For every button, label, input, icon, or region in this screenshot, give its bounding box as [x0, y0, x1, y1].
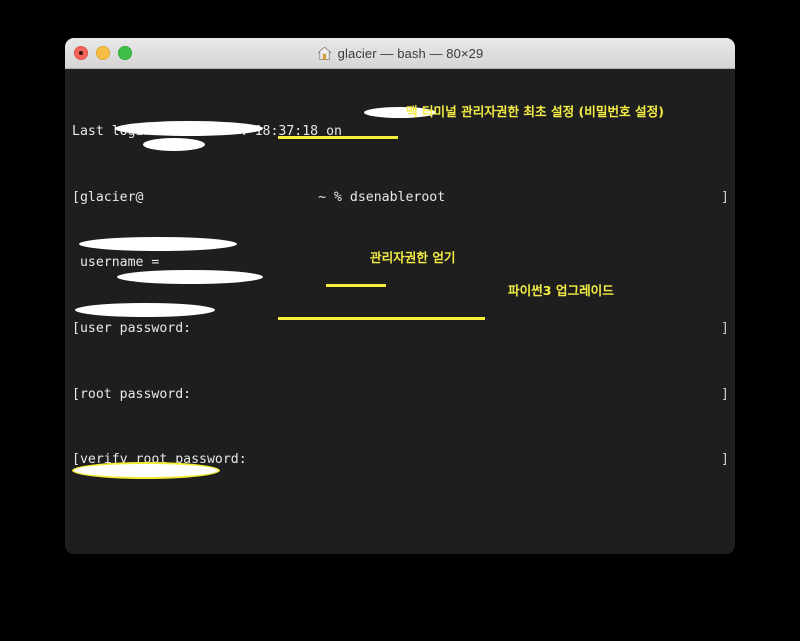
- wrap-marker: ]: [721, 386, 729, 402]
- redaction-oval: [143, 138, 205, 151]
- terminal-line: [user password:]: [72, 321, 735, 337]
- annotation-label: 관리자권한 얻기: [370, 250, 456, 265]
- wrap-marker: ]: [721, 321, 729, 337]
- command-underline: [278, 136, 398, 139]
- line-text: [root password:: [72, 386, 192, 402]
- window-title-text: glacier — bash — 80×29: [337, 45, 484, 61]
- home-icon: [317, 46, 331, 60]
- line-text: [glacier@ ~ % dsenableroot: [72, 189, 446, 205]
- redaction-oval: [115, 121, 263, 136]
- redaction-oval: [75, 303, 215, 317]
- line-text: username =: [72, 255, 160, 271]
- close-button[interactable]: [74, 46, 88, 60]
- annotation-label: 맥 터미널 관리자권한 최초 설정 (비밀번호 설정): [406, 104, 664, 119]
- command-underline: [278, 317, 485, 320]
- window-title-bar[interactable]: glacier — bash — 80×29: [65, 38, 735, 69]
- wrap-marker: ]: [721, 189, 729, 205]
- terminal-line: [glacier@ ~ % dsenableroot]: [72, 190, 735, 206]
- minimize-button[interactable]: [96, 46, 110, 60]
- redaction-oval: [117, 270, 263, 284]
- line-text: [user password:: [72, 321, 192, 337]
- annotation-label: 파이썬3 업그레이드: [508, 283, 614, 298]
- redaction-oval-highlighted: [72, 462, 220, 479]
- maximize-button[interactable]: [118, 46, 132, 60]
- window-title: glacier — bash — 80×29: [317, 46, 484, 61]
- terminal-line: [root password:]: [72, 387, 735, 403]
- command-underline: [326, 284, 386, 287]
- redaction-oval: [79, 237, 237, 251]
- terminal-body[interactable]: Last login: Sat Jul 4 18:37:18 on [glaci…: [65, 69, 735, 554]
- window-controls[interactable]: [74, 38, 132, 68]
- wrap-marker: ]: [721, 452, 729, 468]
